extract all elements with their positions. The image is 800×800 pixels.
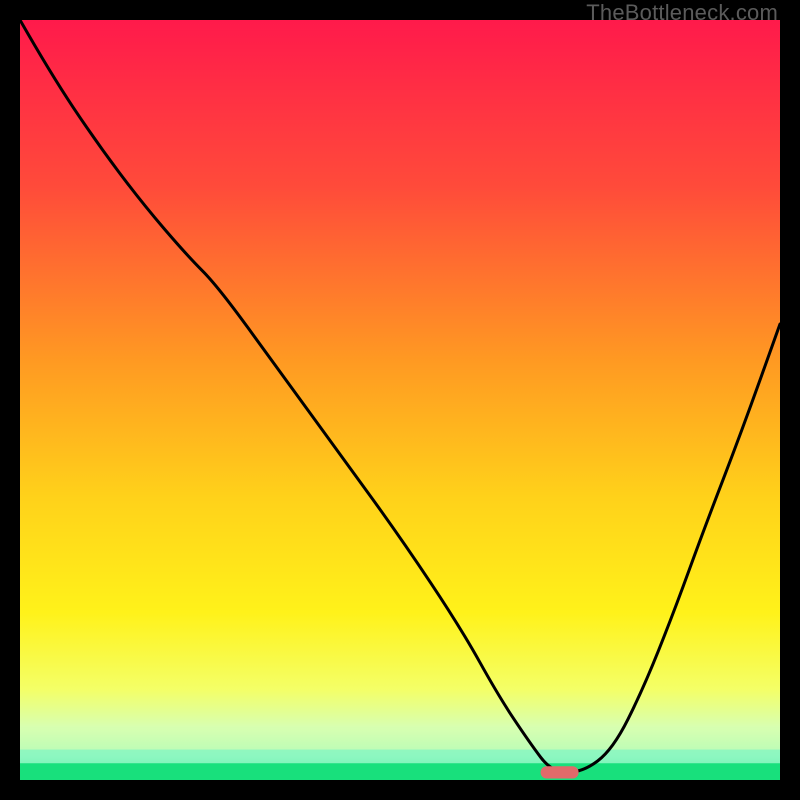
bottleneck-chart <box>20 20 780 780</box>
optimal-point-marker <box>541 766 579 778</box>
plot-area <box>20 20 780 780</box>
gradient-background <box>20 20 780 780</box>
bottom-stripe-bands <box>20 728 780 780</box>
chart-frame: TheBottleneck.com <box>0 0 800 800</box>
